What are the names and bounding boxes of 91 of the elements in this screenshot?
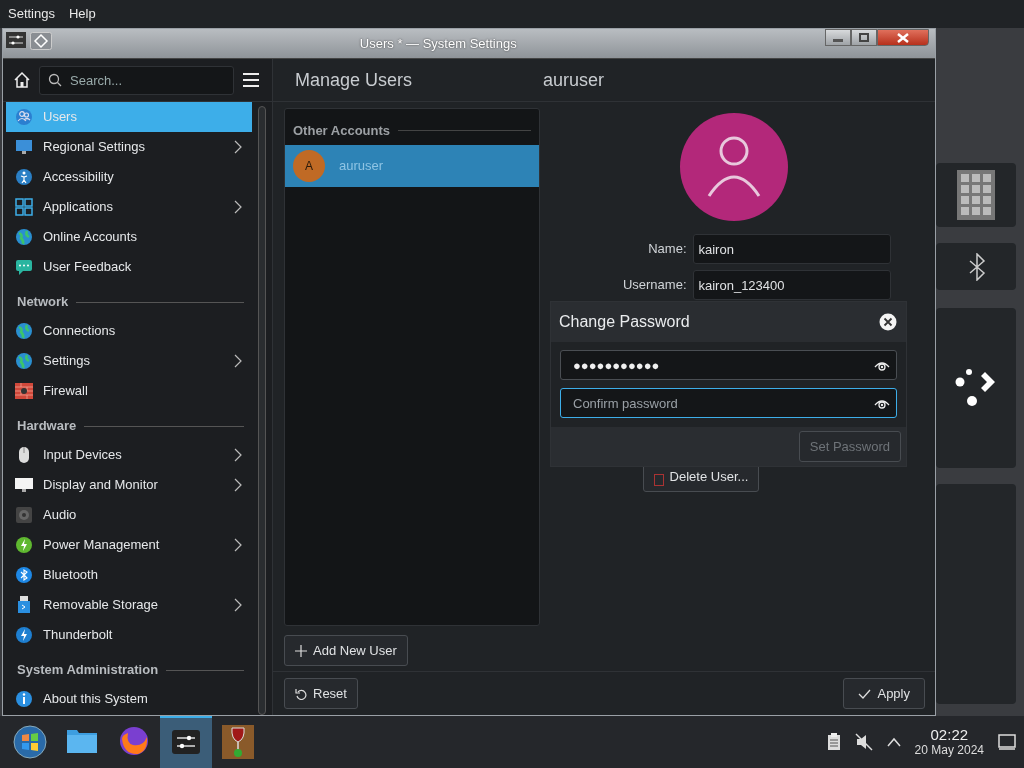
maximize-button[interactable] [851, 29, 877, 46]
search-icon [48, 73, 62, 87]
section-heading: Hardware [17, 417, 77, 436]
undo-icon [295, 687, 307, 700]
text-field[interactable]: kairon_123400 [692, 270, 891, 300]
brick-wall-icon [15, 382, 33, 400]
chevron-right-icon [234, 478, 243, 492]
globe-icon [15, 228, 33, 246]
taskbar-app[interactable] [160, 716, 212, 768]
menu-icon[interactable] [242, 72, 260, 88]
lightning-icon [15, 626, 33, 644]
field-label: Name: [647, 240, 687, 259]
maximize-icon [859, 33, 869, 42]
dialog-title: Change Password [559, 312, 690, 332]
sidebar-item[interactable]: Power Management [6, 530, 253, 560]
eye-icon[interactable] [874, 397, 890, 409]
window-title: Users * — System Settings [358, 34, 518, 53]
close-icon [897, 32, 909, 43]
sidebar-item[interactable]: Regional Settings [6, 132, 253, 162]
text-field[interactable]: kairon [692, 234, 891, 264]
globe-icon [15, 352, 33, 370]
speaker-icon [15, 506, 33, 524]
lightning-icon [15, 536, 33, 554]
field-label: Username: [621, 276, 687, 295]
section-heading: System Administration [17, 661, 159, 680]
caret-up-icon[interactable] [886, 737, 901, 747]
chevron-right-icon [234, 200, 243, 214]
chevron-right-icon [234, 354, 243, 368]
sliders-icon[interactable] [6, 32, 27, 49]
apply-button[interactable]: Apply [843, 678, 925, 709]
sidebar-item[interactable]: Thunderbolt [6, 620, 253, 650]
speaker-muted-icon[interactable] [854, 733, 873, 751]
clock[interactable]: 02:22 20 May 2024 [914, 727, 984, 757]
sidebar-item[interactable]: Connections [6, 316, 253, 346]
sidebar-item[interactable]: Display and Monitor [6, 470, 253, 500]
search-box[interactable]: Search... [39, 65, 234, 95]
chevron-right-icon [234, 538, 243, 552]
show-desktop-icon[interactable] [998, 734, 1016, 750]
menu-item[interactable]: Settings [8, 4, 55, 24]
user-list-item[interactable]: A auruser [285, 144, 539, 187]
sidebar-item[interactable]: User Feedback [6, 252, 253, 282]
chat-icon [15, 258, 33, 276]
section-heading: Other Accounts [293, 122, 391, 140]
confirm-password-field[interactable]: Confirm password [571, 389, 874, 417]
chevron-right-icon [234, 140, 243, 154]
wine-glass-icon [222, 725, 254, 759]
person-icon [705, 136, 762, 198]
password-box[interactable]: ●●●●●●●●●●● [560, 350, 897, 380]
sidebar-item[interactable]: Audio [6, 500, 253, 530]
add-user-button[interactable]: Add New User [284, 635, 408, 666]
info-icon [15, 690, 33, 708]
sidebar-item[interactable]: Input Devices [6, 440, 253, 470]
sidebar-item[interactable]: About this System [6, 684, 253, 714]
sidebar-item[interactable]: Settings [6, 346, 253, 376]
page-title: Manage Users [294, 68, 414, 92]
globe-icon [15, 322, 33, 340]
grid-icon [15, 198, 33, 216]
sidebar-item[interactable]: Online Accounts [6, 222, 253, 252]
users-icon [15, 108, 33, 126]
sidebar-item[interactable]: Firewall [6, 376, 253, 406]
usb-drive-icon [15, 596, 33, 614]
start-orb-icon[interactable] [13, 725, 47, 759]
minimize-button[interactable] [825, 29, 851, 46]
plus-icon [295, 644, 307, 657]
dots-arrow-icon [955, 368, 997, 408]
grid-icon [957, 170, 995, 220]
close-icon[interactable] [879, 313, 897, 331]
confirm-password-box[interactable]: Confirm password [560, 388, 897, 418]
menu-item[interactable]: Help [69, 4, 96, 24]
user-title: auruser [543, 68, 605, 92]
home-icon[interactable] [13, 71, 31, 89]
sidebar-item[interactable]: Bluetooth [6, 560, 253, 590]
monitor-icon [15, 476, 33, 494]
bluetooth-icon [15, 566, 33, 584]
check-icon [858, 688, 872, 699]
clipboard-icon[interactable] [826, 733, 841, 751]
chevron-right-icon [234, 598, 243, 612]
accessibility-icon [15, 168, 33, 186]
close-button[interactable] [877, 29, 929, 46]
search-field[interactable]: Search... [68, 66, 218, 94]
monitor-icon [15, 138, 33, 156]
reset-button[interactable]: Reset [284, 678, 358, 709]
user-avatar: A [293, 149, 325, 182]
password-field[interactable]: ●●●●●●●●●●● [571, 351, 874, 379]
chevron-right-icon [234, 448, 243, 462]
eye-icon[interactable] [874, 359, 890, 371]
scrollbar[interactable] [258, 106, 267, 715]
sidebar-item[interactable]: Removable Storage [6, 590, 253, 620]
sidebar-item[interactable]: Applications [6, 192, 253, 222]
sidebar-item[interactable]: Accessibility [6, 162, 253, 192]
section-heading: Network [17, 293, 69, 312]
